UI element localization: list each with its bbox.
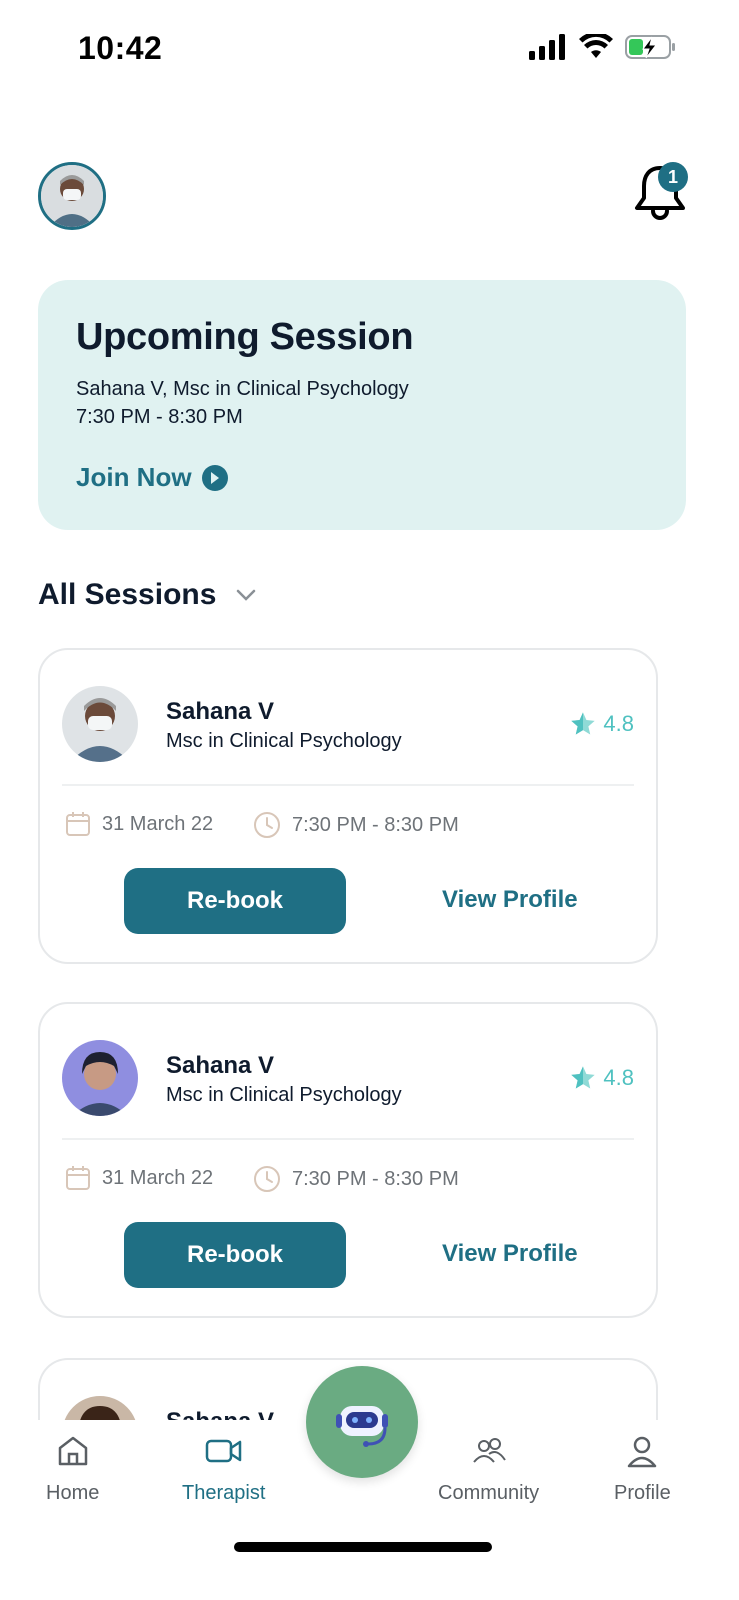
view-profile-link[interactable]: View Profile — [442, 886, 578, 914]
session-time: 7:30 PM - 8:30 PM — [252, 810, 459, 840]
nav-community-label: Community — [438, 1482, 540, 1504]
all-sessions-dropdown[interactable]: All Sessions — [38, 578, 256, 612]
wifi-icon — [579, 34, 613, 58]
divider — [62, 1138, 634, 1140]
time-text: 7:30 PM - 8:30 PM — [292, 1167, 459, 1190]
rebook-button[interactable]: Re-book — [124, 868, 346, 934]
play-circle-icon — [201, 464, 228, 491]
nav-therapist-label: Therapist — [182, 1482, 266, 1504]
therapist-qualification: Msc in Clinical Psychology — [166, 730, 402, 752]
upcoming-therapist: Sahana V, Msc in Clinical Psychology — [76, 378, 409, 400]
therapist-avatar[interactable] — [62, 686, 138, 762]
clock-icon — [254, 1166, 280, 1192]
signal-icon — [529, 34, 565, 60]
star-icon — [571, 1066, 596, 1089]
home-indicator — [234, 1542, 492, 1552]
date-text: 31 March 22 — [102, 812, 214, 835]
session-card: Sahana V Msc in Clinical Psychology 4.8 … — [38, 648, 658, 964]
nav-home-label: Home — [46, 1482, 100, 1504]
nav-home[interactable]: Home — [46, 1434, 99, 1505]
assistant-fab[interactable] — [306, 1366, 418, 1478]
rating-value: 4.8 — [603, 1065, 634, 1090]
divider — [62, 784, 634, 786]
clock-icon — [254, 812, 280, 838]
calendar-icon — [66, 812, 90, 836]
chevron-down-icon — [237, 589, 256, 601]
therapist-name: Sahana V — [166, 698, 275, 725]
status-icons — [529, 34, 677, 60]
all-sessions-title: All Sessions — [38, 578, 217, 611]
time-text: 7:30 PM - 8:30 PM — [292, 813, 459, 836]
rating: 4.8 — [569, 1064, 634, 1092]
rating-value: 4.8 — [603, 711, 634, 736]
nav-community[interactable]: Community — [438, 1434, 539, 1505]
home-icon — [58, 1436, 87, 1466]
date-text: 31 March 22 — [102, 1166, 214, 1189]
battery-charging-icon — [625, 35, 675, 59]
session-date: 31 March 22 — [64, 1164, 213, 1192]
nav-profile-label: Profile — [614, 1482, 671, 1504]
session-time: 7:30 PM - 8:30 PM — [252, 1164, 459, 1194]
therapist-name: Sahana V — [166, 1052, 275, 1079]
robot-assistant-icon — [336, 1406, 388, 1447]
session-date: 31 March 22 — [64, 810, 213, 838]
view-profile-link[interactable]: View Profile — [442, 1240, 578, 1268]
upcoming-title: Upcoming Session — [76, 316, 414, 358]
star-icon — [571, 712, 596, 735]
rebook-button[interactable]: Re-book — [124, 1222, 346, 1288]
therapist-avatar[interactable] — [62, 1040, 138, 1116]
calendar-icon — [66, 1166, 90, 1190]
rating: 4.8 — [569, 710, 634, 738]
user-avatar[interactable] — [38, 162, 106, 230]
status-bar: 10:42 — [0, 0, 739, 100]
upcoming-time: 7:30 PM - 8:30 PM — [76, 406, 243, 428]
notification-badge: 1 — [658, 162, 688, 192]
session-card: Sahana V Msc in Clinical Psychology 4.8 … — [38, 1002, 658, 1318]
video-icon — [205, 1439, 241, 1463]
join-now-label: Join Now — [76, 462, 192, 492]
therapist-qualification: Msc in Clinical Psychology — [166, 1084, 402, 1106]
people-icon — [472, 1438, 506, 1463]
nav-therapist[interactable]: Therapist — [182, 1434, 265, 1505]
join-now-button[interactable]: Join Now — [76, 462, 228, 493]
upcoming-session-card: Upcoming Session Sahana V, Msc in Clinic… — [38, 280, 686, 530]
person-icon — [628, 1436, 657, 1468]
avatar-illustration — [41, 165, 103, 227]
nav-profile[interactable]: Profile — [614, 1434, 671, 1505]
status-time: 10:42 — [78, 30, 163, 66]
